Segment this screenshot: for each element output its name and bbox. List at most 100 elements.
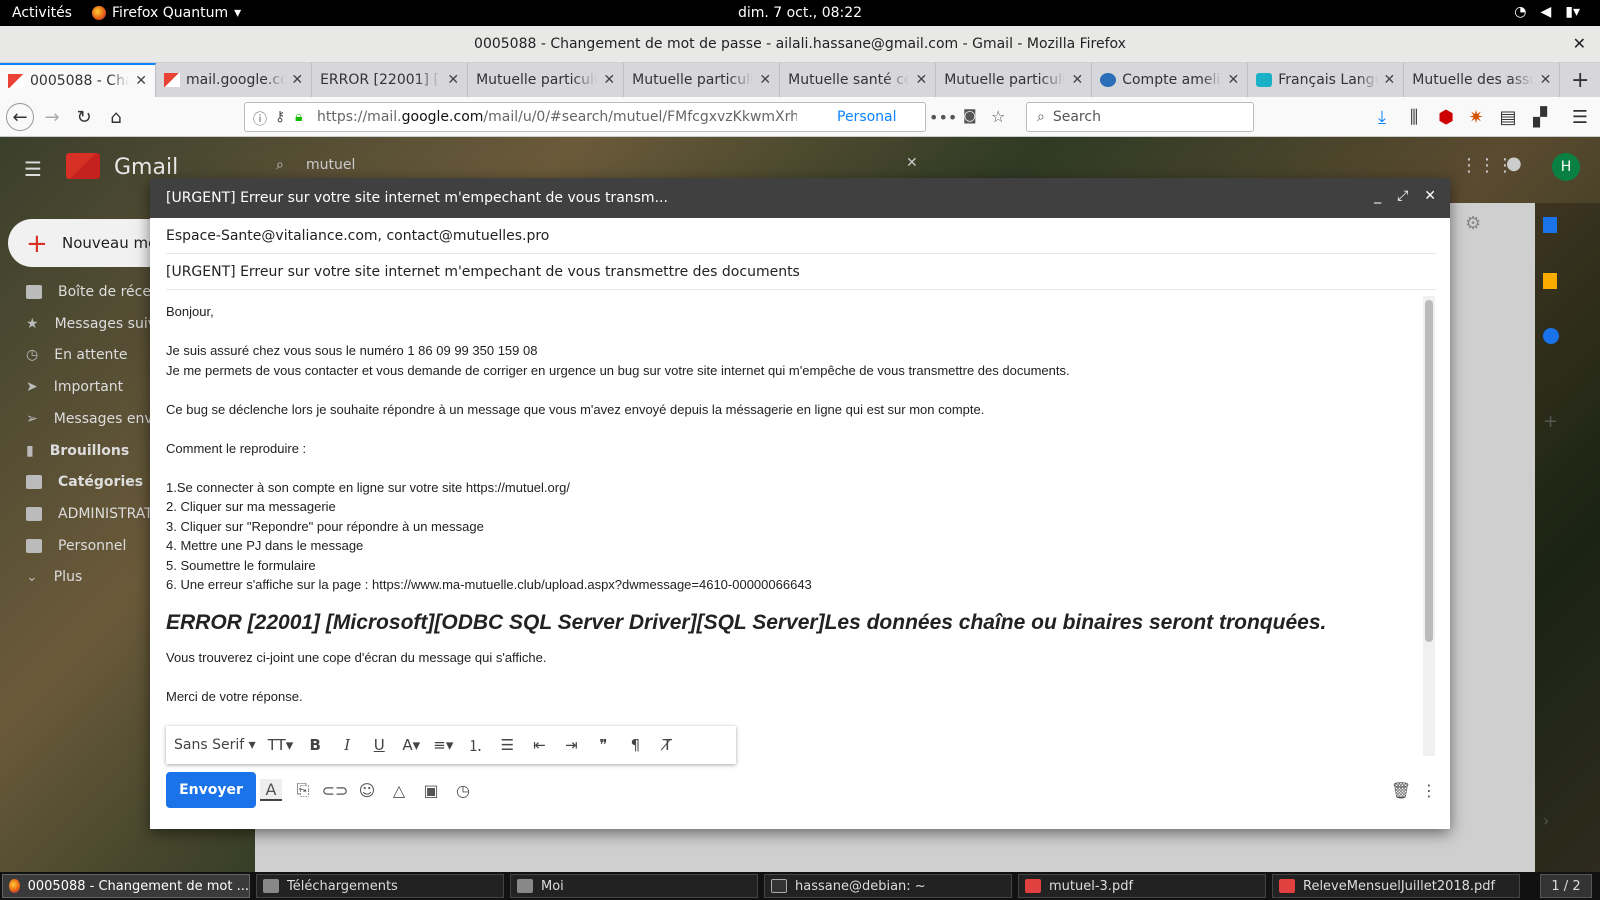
- tasks-icon[interactable]: [1543, 328, 1559, 344]
- tab-6[interactable]: Mutuelle santé comparateur ✕: [780, 63, 937, 97]
- main-menu-icon[interactable]: ☰: [24, 157, 42, 181]
- sidebar-item-drafts[interactable]: ▮ Brouillons: [26, 438, 129, 464]
- sidebar-item-starred[interactable]: ★ Messages suivis: [26, 311, 167, 337]
- font-select[interactable]: Sans Serif ▾: [174, 737, 256, 753]
- close-icon[interactable]: ✕: [759, 72, 771, 88]
- tab-4[interactable]: Mutuelle particulier ✕: [468, 63, 625, 97]
- fullscreen-icon[interactable]: ⤢: [1397, 188, 1408, 204]
- sidebar-icon[interactable]: ▤: [1494, 103, 1522, 131]
- window-close-icon[interactable]: ✕: [1573, 34, 1586, 53]
- search-icon[interactable]: ⌕: [276, 157, 284, 173]
- notifications-icon[interactable]: ●: [1506, 153, 1522, 174]
- sidebar-item-important[interactable]: ➤ Important: [26, 374, 123, 400]
- minimize-icon[interactable]: _: [1374, 188, 1381, 204]
- text-direction-icon[interactable]: ¶: [625, 736, 645, 754]
- close-icon[interactable]: ✕: [447, 72, 459, 88]
- taskbar-item-terminal[interactable]: hassane@debian: ~: [764, 874, 1012, 898]
- emoji-icon[interactable]: ☺: [356, 779, 378, 801]
- taskbar-item-pdf-2[interactable]: ReleveMensuelJuillet2018.pdf: [1272, 874, 1520, 898]
- close-icon[interactable]: ✕: [135, 73, 147, 89]
- quote-icon[interactable]: ❞: [593, 736, 613, 754]
- home-icon[interactable]: ⌂: [102, 103, 130, 131]
- page-actions-icon[interactable]: •••: [929, 108, 957, 127]
- tab-7[interactable]: Mutuelle particulier ✕: [936, 63, 1093, 97]
- workspace-pager[interactable]: 1 / 2: [1540, 874, 1592, 898]
- close-icon[interactable]: ✕: [291, 72, 303, 88]
- numbered-list-icon[interactable]: ⒈: [465, 735, 485, 756]
- italic-icon[interactable]: I: [337, 736, 357, 754]
- new-tab-plus-icon[interactable]: +: [1560, 63, 1600, 97]
- close-icon[interactable]: ✕: [1071, 72, 1083, 88]
- tab-1[interactable]: 0005088 - Changement de mot de passe ✕: [0, 63, 157, 97]
- indent-more-icon[interactable]: ⇥: [561, 736, 581, 754]
- url-bar[interactable]: ⓘ ⚷ 🔒︎ https://mail.google.com/mail/u/0/…: [244, 102, 1005, 132]
- bulleted-list-icon[interactable]: ☰: [497, 736, 517, 754]
- recipients-field[interactable]: Espace-Sante@vitaliance.com, contact@mut…: [166, 218, 1436, 254]
- container-label[interactable]: Personal: [837, 109, 897, 125]
- tab-10[interactable]: Mutuelle des assurés ✕: [1404, 63, 1561, 97]
- keep-icon[interactable]: [1543, 273, 1557, 289]
- forward-arrow-icon[interactable]: →: [38, 103, 66, 131]
- library-icon[interactable]: ⫼: [1400, 103, 1428, 131]
- info-icon[interactable]: ⓘ: [253, 109, 267, 129]
- insert-link-icon[interactable]: ⊂⊃: [322, 779, 349, 801]
- scrollbar-thumb[interactable]: [1425, 300, 1433, 642]
- settings-gear-icon[interactable]: ⚙: [1465, 213, 1481, 234]
- bookmark-star-icon[interactable]: ☆: [991, 107, 1005, 126]
- subject-field[interactable]: [URGENT] Erreur sur votre site internet …: [166, 254, 1436, 290]
- extension-icon[interactable]: ✷: [1462, 103, 1490, 131]
- adblock-icon[interactable]: ⬢: [1432, 103, 1460, 131]
- compose-header[interactable]: [URGENT] Erreur sur votre site internet …: [150, 178, 1450, 218]
- apps-icon[interactable]: ▞: [1526, 103, 1554, 131]
- pocket-icon[interactable]: ◙: [963, 108, 977, 124]
- sidebar-item-snoozed[interactable]: ◷ En attente: [26, 342, 128, 368]
- taskbar-item-firefox[interactable]: 0005088 - Changement de mot ...: [2, 874, 250, 898]
- calendar-icon[interactable]: [1543, 217, 1557, 233]
- confidential-mode-icon[interactable]: ◷: [452, 779, 474, 801]
- reload-icon[interactable]: ↻: [70, 103, 98, 131]
- add-addon-plus-icon[interactable]: +: [1543, 411, 1558, 432]
- sidebar-item-more[interactable]: ⌄ Plus: [26, 564, 82, 590]
- text-color-icon[interactable]: A▾: [401, 736, 421, 754]
- tab-3[interactable]: ERROR [22001] [Microsoft] ✕: [312, 63, 469, 97]
- drive-icon[interactable]: △: [388, 779, 410, 801]
- clear-search-icon[interactable]: ✕: [906, 155, 918, 171]
- avatar[interactable]: H: [1552, 153, 1580, 181]
- search-input[interactable]: ⌕ Search: [1026, 102, 1254, 132]
- expand-chevron-icon[interactable]: ›: [1543, 811, 1549, 830]
- indent-less-icon[interactable]: ⇤: [529, 736, 549, 754]
- tab-5[interactable]: Mutuelle particulier ✕: [624, 63, 781, 97]
- close-icon[interactable]: ✕: [1424, 188, 1436, 204]
- text-size-icon[interactable]: TT▾: [268, 736, 294, 754]
- gmail-logo-text[interactable]: Gmail: [114, 155, 178, 180]
- tab-9[interactable]: Français Langue ✕: [1248, 63, 1405, 97]
- sidebar-item-administratif[interactable]: ADMINISTRATIF: [26, 501, 165, 527]
- close-icon[interactable]: ✕: [1384, 72, 1396, 88]
- underline-icon[interactable]: U: [369, 736, 389, 754]
- gmail-search-value[interactable]: mutuel: [306, 157, 355, 173]
- hamburger-menu-icon[interactable]: ☰: [1566, 103, 1594, 131]
- remove-formatting-icon[interactable]: T̸: [657, 736, 677, 754]
- close-icon[interactable]: ✕: [1228, 72, 1240, 88]
- formatting-options-icon[interactable]: A: [260, 779, 282, 801]
- download-icon[interactable]: ⤓: [1368, 103, 1396, 131]
- tab-2[interactable]: mail.google.com ✕: [156, 63, 313, 97]
- close-icon[interactable]: ✕: [1540, 72, 1552, 88]
- taskbar-item-home[interactable]: Moi: [510, 874, 758, 898]
- tab-8[interactable]: Compte ameli ✕: [1092, 63, 1249, 97]
- system-tray[interactable]: ◔ ◀ ▮▾: [1514, 4, 1580, 20]
- discard-trash-icon[interactable]: 🗑︎: [1390, 779, 1412, 801]
- more-options-icon[interactable]: ⋮: [1418, 779, 1440, 801]
- attach-file-icon[interactable]: ⎘: [292, 779, 314, 801]
- sidebar-item-personnel[interactable]: Personnel: [26, 533, 126, 559]
- sidebar-item-categories[interactable]: Catégories: [26, 469, 143, 495]
- body-scrollbar[interactable]: [1423, 296, 1435, 756]
- send-button[interactable]: Envoyer: [166, 772, 256, 808]
- close-icon[interactable]: ✕: [603, 72, 615, 88]
- align-icon[interactable]: ≡▾: [433, 736, 453, 754]
- taskbar-item-downloads[interactable]: Téléchargements: [256, 874, 504, 898]
- back-arrow-icon[interactable]: ←: [6, 103, 34, 131]
- taskbar-item-pdf-1[interactable]: mutuel-3.pdf: [1018, 874, 1266, 898]
- close-icon[interactable]: ✕: [915, 72, 927, 88]
- insert-photo-icon[interactable]: ▣: [420, 779, 442, 801]
